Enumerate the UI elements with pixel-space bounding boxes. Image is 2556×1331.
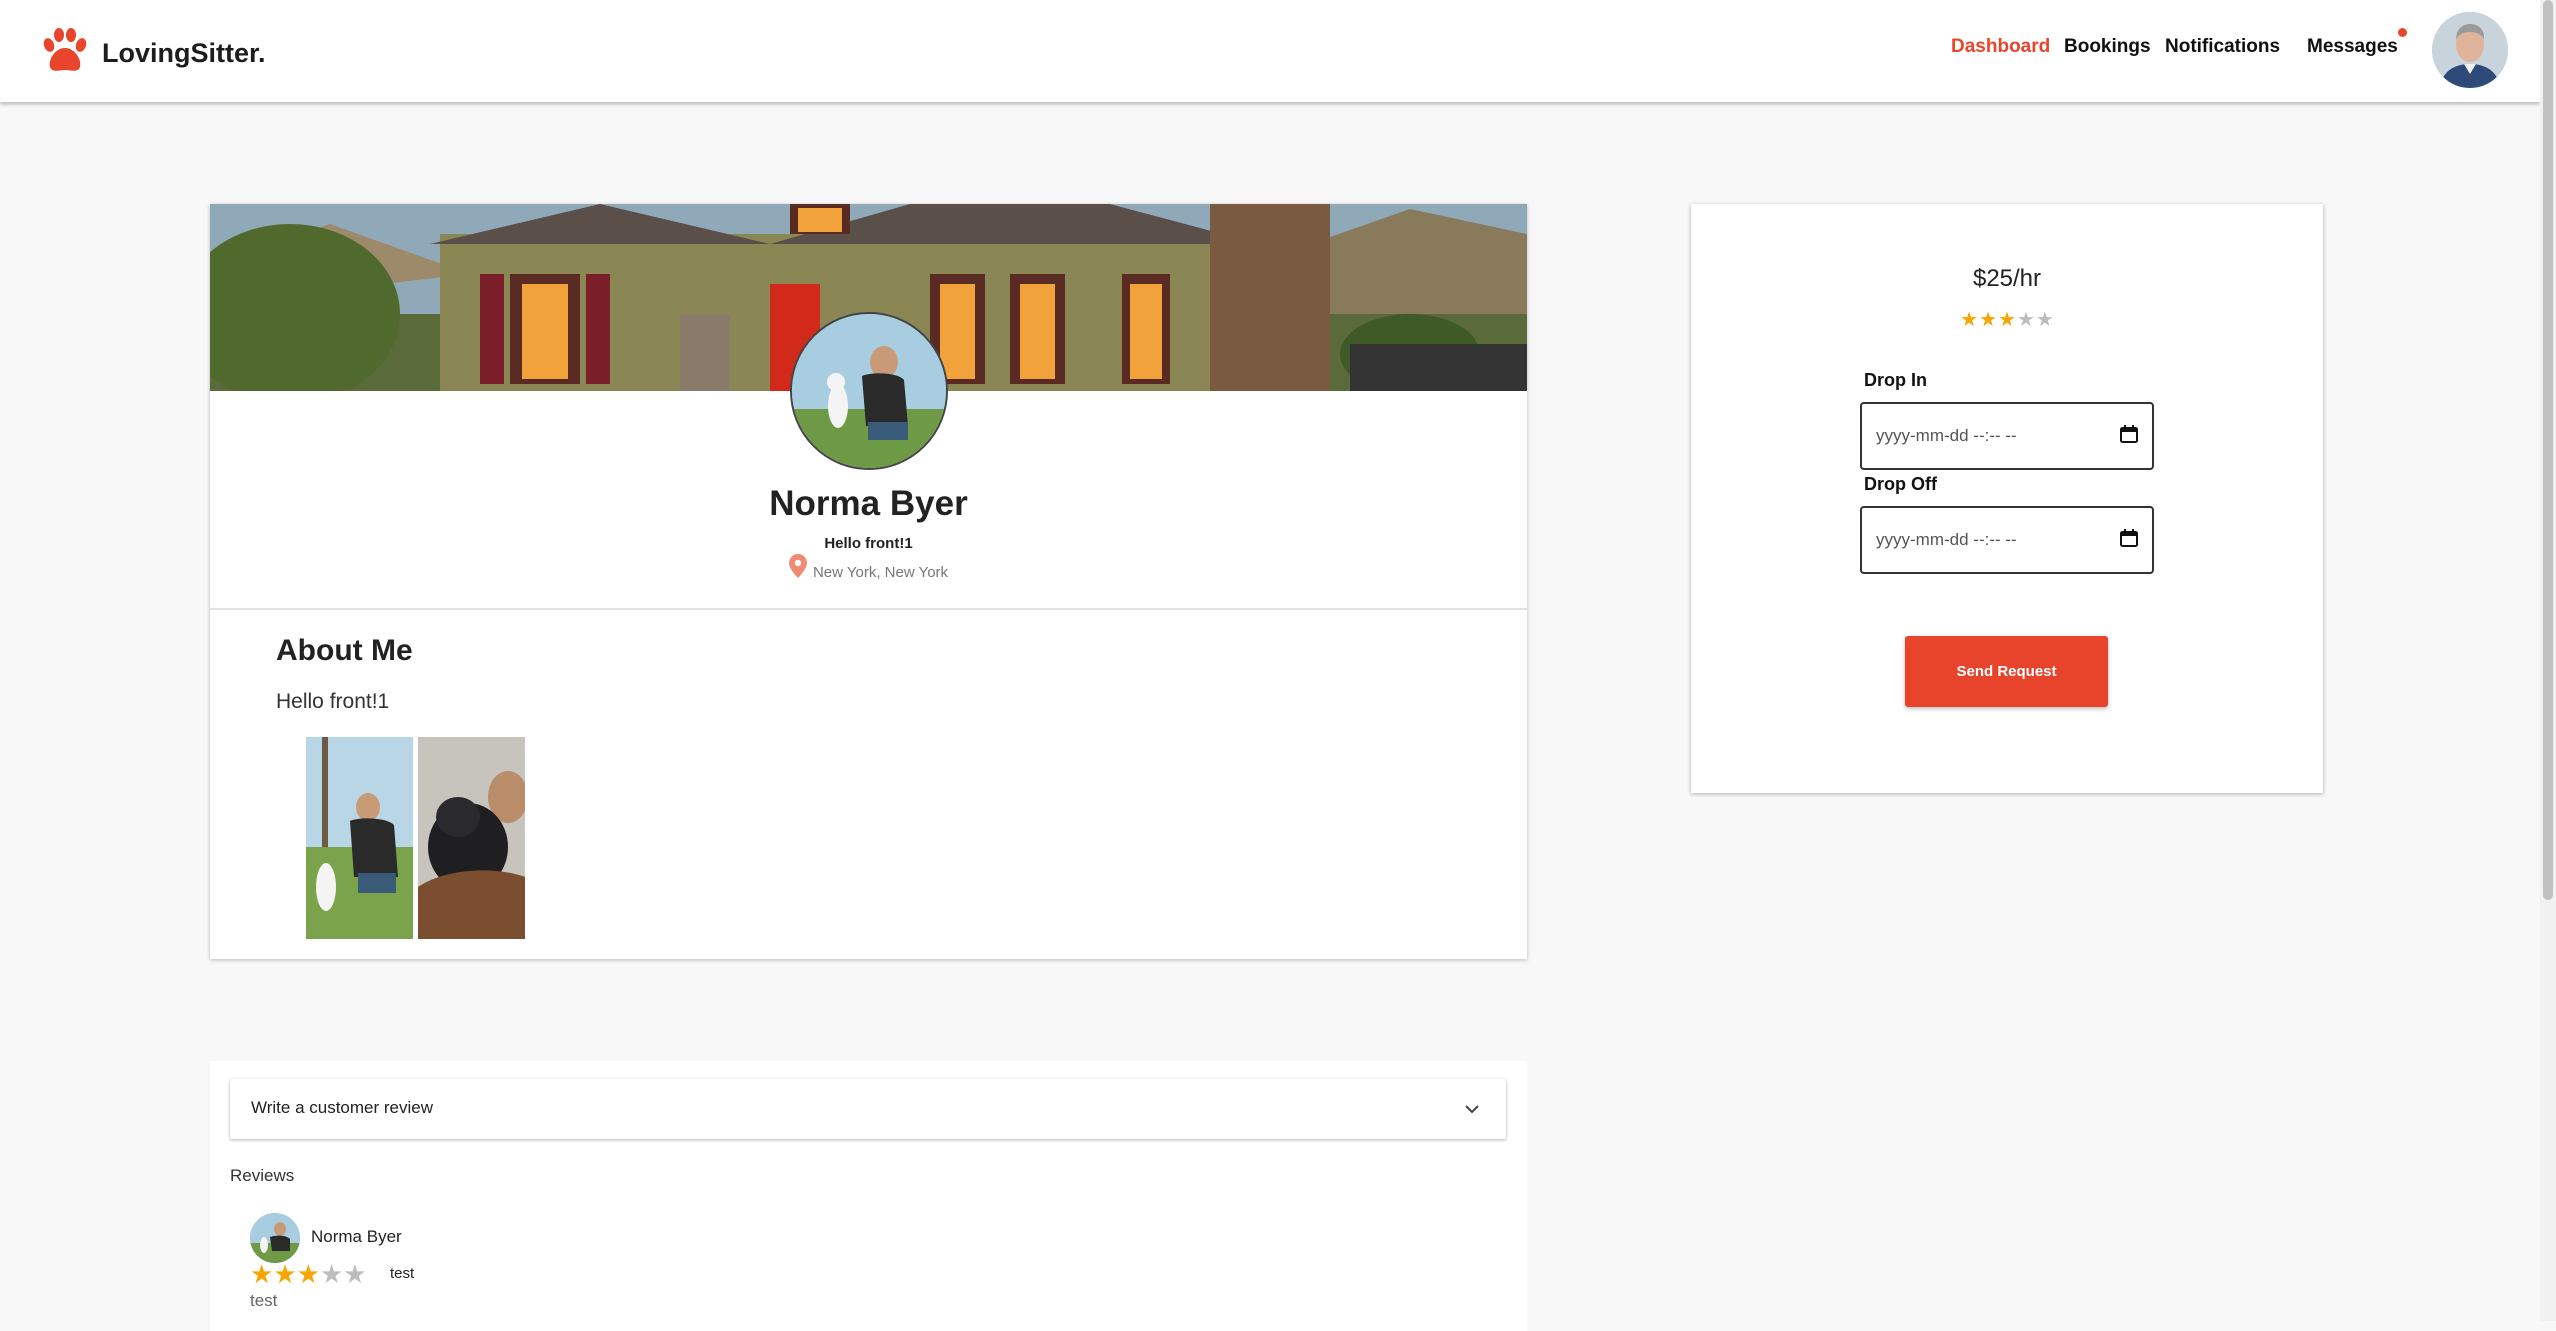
star-icon: ★	[1960, 309, 1979, 331]
profile-name: Norma Byer	[769, 484, 968, 523]
gallery-photo[interactable]	[418, 737, 525, 939]
reviewer-avatar	[250, 1213, 300, 1263]
star-icon: ★	[319, 1259, 344, 1289]
calendar-icon[interactable]	[2120, 424, 2138, 448]
star-icon: ★	[273, 1259, 297, 1289]
unread-badge	[2398, 28, 2407, 37]
brand-name: LovingSitter.	[102, 38, 266, 68]
profile-tagline: Hello front!1	[824, 535, 913, 552]
profile-avatar	[790, 312, 948, 470]
send-request-button[interactable]: Send Request	[1905, 636, 2108, 707]
sitter-profile-card: Norma Byer Hello front!1 New York, New Y…	[210, 204, 1527, 959]
brand-logo[interactable]: LovingSitter.	[40, 26, 266, 81]
star-icon: ★	[1979, 309, 1998, 331]
sitter-rating: ★ ★ ★ ★ ★	[1691, 310, 2323, 330]
reviews-heading: Reviews	[230, 1166, 295, 1185]
section-divider	[210, 608, 1527, 610]
reviews-section: Write a customer review Reviews Norma By…	[210, 1061, 1527, 1331]
drop-in-datetime-input[interactable]: yyyy-mm-dd --:-- --	[1860, 402, 2154, 470]
page-scrollbar[interactable]	[2540, 0, 2556, 1321]
review-body: test	[250, 1291, 278, 1310]
nav-messages[interactable]: Messages	[2307, 36, 2398, 58]
calendar-icon[interactable]	[2120, 528, 2138, 552]
star-icon: ★	[296, 1259, 320, 1289]
about-text: Hello front!1	[276, 690, 390, 713]
location-text: New York, New York	[812, 563, 949, 581]
review-rating: ★ ★ ★ ★ ★	[250, 1261, 367, 1287]
star-icon: ★	[1998, 309, 2016, 331]
reviewer-name: Norma Byer	[311, 1227, 402, 1246]
about-heading: About Me	[276, 634, 413, 667]
star-icon: ★	[343, 1259, 367, 1289]
star-icon: ★	[250, 1259, 274, 1289]
booking-card: $25/hr ★ ★ ★ ★ ★ Drop In yyyy-mm-dd --:-…	[1691, 204, 2323, 793]
nav-notifications[interactable]: Notifications	[2165, 36, 2280, 58]
scrollbar-thumb[interactable]	[2543, 0, 2553, 900]
gallery-photo[interactable]	[306, 737, 413, 939]
star-icon: ★	[2035, 309, 2054, 331]
top-navbar: LovingSitter. Dashboard Bookings Notific…	[0, 0, 2540, 102]
nav-bookings[interactable]: Bookings	[2064, 36, 2151, 58]
star-icon: ★	[2016, 309, 2035, 331]
paw-icon	[40, 26, 90, 81]
drop-in-label: Drop In	[1864, 370, 1927, 390]
profile-location: New York, New York	[210, 554, 1527, 582]
nav-dashboard[interactable]: Dashboard	[1951, 36, 2050, 58]
drop-off-datetime-input[interactable]: yyyy-mm-dd --:-- --	[1860, 506, 2154, 574]
drop-off-label: Drop Off	[1864, 474, 1937, 494]
write-review-accordion[interactable]: Write a customer review	[230, 1079, 1506, 1139]
hourly-rate: $25/hr	[1972, 265, 2042, 292]
user-avatar[interactable]	[2432, 12, 2508, 88]
review-title: test	[390, 1265, 415, 1282]
write-review-label: Write a customer review	[251, 1098, 434, 1117]
location-pin-icon	[788, 554, 813, 582]
